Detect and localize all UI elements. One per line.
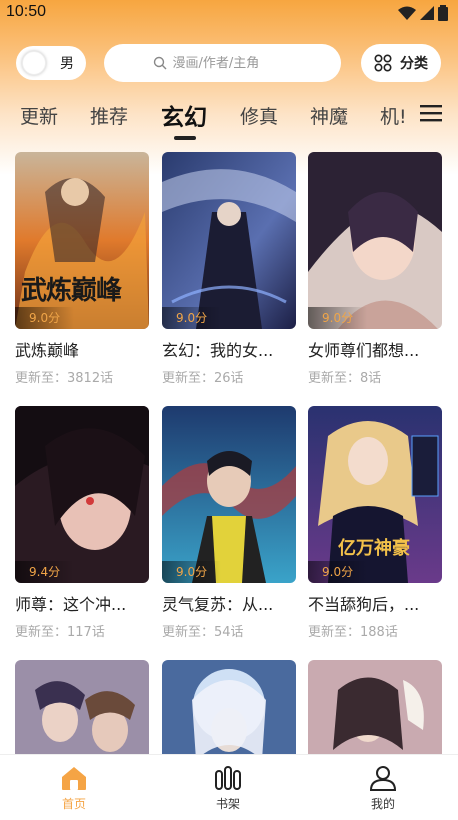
gender-toggle[interactable]: 男 [16, 46, 86, 80]
comic-update: 更新至：54话 [162, 625, 244, 640]
category-label: 分类 [400, 56, 428, 72]
score-badge: 9.0分 [308, 561, 368, 583]
search-input[interactable] [172, 55, 293, 71]
tab-ji[interactable]: 机! [380, 102, 407, 129]
comic-title: 玄幻：我的女... [162, 341, 274, 360]
nav-bookshelf[interactable]: 书架 [188, 765, 268, 812]
search-box[interactable] [104, 44, 341, 82]
comic-card[interactable]: 9.0分 灵气复苏：从... 更新至：54话 [162, 406, 296, 640]
nav-home[interactable]: 首页 [34, 765, 114, 812]
category-button[interactable]: 分类 [361, 44, 441, 82]
comic-cover[interactable]: 武炼巅峰 9.0分 [15, 152, 149, 329]
score-badge: 9.0分 [15, 307, 75, 329]
comic-cover[interactable]: 亿万神豪 9.0分 [308, 406, 442, 583]
score-badge: 9.0分 [162, 561, 222, 583]
bottom-nav: 首页 书架 我的 [0, 754, 458, 820]
gender-label: 男 [60, 56, 74, 72]
comic-cover[interactable]: 9.0分 [308, 152, 442, 329]
tab-shenmo[interactable]: 神魔 [310, 102, 348, 129]
comic-cover[interactable]: 9.4分 [15, 406, 149, 583]
category-tabs: 更新 推荐 玄幻 修真 神魔 机! [0, 96, 458, 140]
comic-title: 不当舔狗后，... [308, 595, 420, 614]
nav-mine-label: 我的 [370, 797, 395, 811]
score-badge: 9.4分 [15, 561, 75, 583]
nav-mine[interactable]: 我的 [343, 765, 423, 812]
active-tab-indicator [174, 136, 196, 140]
comic-update: 更新至：3812话 [15, 371, 114, 386]
bookshelf-icon [215, 766, 241, 790]
comic-update: 更新至：26话 [162, 371, 244, 386]
home-icon [62, 767, 86, 790]
comic-title: 师尊：这个冲... [15, 595, 127, 614]
toggle-knob[interactable] [22, 51, 46, 75]
comic-update: 更新至：117话 [15, 625, 105, 640]
comic-card[interactable]: 9.0分 女师尊们都想... 更新至：8话 [308, 152, 442, 386]
comic-card[interactable]: 武炼巅峰 9.0分 武炼巅峰 更新至：3812话 [15, 152, 149, 386]
signal-icon [420, 6, 434, 20]
status-icons [398, 5, 448, 21]
score-badge: 9.0分 [162, 307, 222, 329]
tab-xiuzhen[interactable]: 修真 [240, 102, 278, 129]
cover-title-art: 武炼巅峰 [21, 276, 122, 306]
battery-icon [438, 5, 448, 21]
comic-card[interactable]: 亿万神豪 9.0分 不当舔狗后，... 更新至：188话 [308, 406, 442, 640]
score-badge: 9.0分 [308, 307, 368, 329]
tab-recommend[interactable]: 推荐 [90, 102, 128, 129]
menu-icon[interactable] [420, 104, 442, 122]
comic-title: 女师尊们都想... [308, 341, 420, 360]
search-row: 男 分类 [0, 42, 458, 84]
comic-update: 更新至：188话 [308, 625, 398, 640]
comic-card[interactable]: 9.0分 玄幻：我的女... 更新至：26话 [162, 152, 296, 386]
nav-home-label: 首页 [61, 797, 86, 811]
cover-title-art: 亿万神豪 [338, 538, 410, 559]
comic-update: 更新至：8话 [308, 371, 382, 386]
comic-title: 灵气复苏：从... [162, 595, 274, 614]
comic-card[interactable]: 9.4分 师尊：这个冲... 更新至：117话 [15, 406, 149, 640]
tab-xuanhuan[interactable]: 玄幻 [161, 98, 207, 132]
search-icon [153, 56, 167, 70]
nav-bookshelf-label: 书架 [215, 797, 240, 811]
user-icon [369, 766, 397, 791]
status-time: 10:50 [6, 3, 47, 20]
header-background [0, 0, 458, 175]
status-bar: 10:50 [0, 0, 458, 26]
comic-cover[interactable]: 9.0分 [162, 152, 296, 329]
comic-title: 武炼巅峰 [15, 341, 80, 360]
wifi-icon [398, 6, 416, 20]
comic-cover[interactable]: 9.0分 [162, 406, 296, 583]
tab-update[interactable]: 更新 [20, 102, 58, 129]
grid-icon [374, 54, 392, 72]
